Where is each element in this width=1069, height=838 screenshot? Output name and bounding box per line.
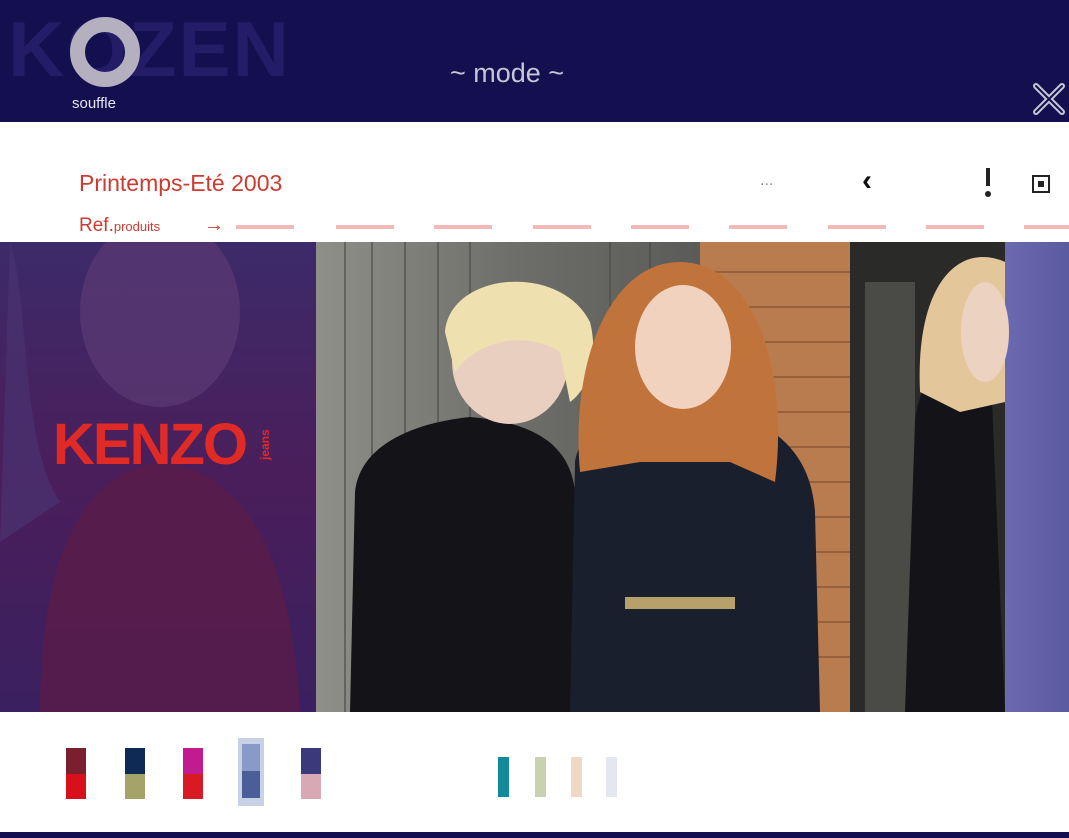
progress-dash [336,225,394,229]
progress-dash [926,225,984,229]
color-swatch-small[interactable] [571,757,582,797]
color-swatch-small[interactable] [498,757,509,797]
logo-label: souffle [72,95,116,112]
color-swatch[interactable] [66,748,86,799]
header-bar: KOZEN souffle ~ mode ~ [0,0,1069,122]
brand-name: KENZO [53,412,248,477]
swatch-bottom-color [125,773,145,799]
close-icon[interactable] [1032,82,1066,116]
collection-title: Printemps-Eté 2003 [79,170,283,196]
swatch-top-color [301,748,321,774]
chevron-left-icon[interactable]: ‹ [862,166,872,196]
swatch-top-color [242,744,260,771]
brand-logo: KENZO jeans [53,412,272,477]
fashion-photo: KENZO jeans [0,242,1069,712]
photo-illustration [0,242,1069,712]
progress-dash [236,225,294,229]
progress-dash [631,225,689,229]
swatch-bottom-color [183,773,203,799]
color-swatch-small[interactable] [606,757,617,797]
brand-wordmark: KOZEN [8,5,291,93]
color-swatch[interactable] [125,748,145,799]
progress-dash [434,225,492,229]
color-swatch[interactable] [238,738,264,806]
swatch-bottom-color [242,771,260,798]
swatch-top-color [183,748,203,774]
color-swatch-small[interactable] [535,757,546,797]
progress-dash [828,225,886,229]
more-button[interactable]: ... [760,172,773,190]
swatch-bottom-color [301,773,321,799]
progress-dash [533,225,591,229]
swatch-bottom-color [66,773,86,799]
swatch-top-color [66,748,86,774]
logo-ring-icon [70,17,140,87]
progress-dash [1024,225,1069,229]
arrow-right-icon[interactable]: → [204,214,224,237]
color-swatches [0,712,1069,832]
brand-sub-label: jeans [258,429,272,461]
square-dot-icon[interactable] [1031,174,1051,194]
swatch-top-color [125,748,145,774]
progress-dashes [236,225,1069,229]
bottom-edge [0,832,1069,838]
color-swatch[interactable] [301,748,321,799]
progress-dash [729,225,787,229]
product-reference-link[interactable]: Ref.produits [79,215,160,237]
exclamation-icon[interactable] [981,164,995,200]
ref-sub-label: produits [113,219,161,234]
color-swatch[interactable] [183,748,203,799]
ref-label: Ref. [79,215,114,236]
page-title: ~ mode ~ [450,58,565,88]
